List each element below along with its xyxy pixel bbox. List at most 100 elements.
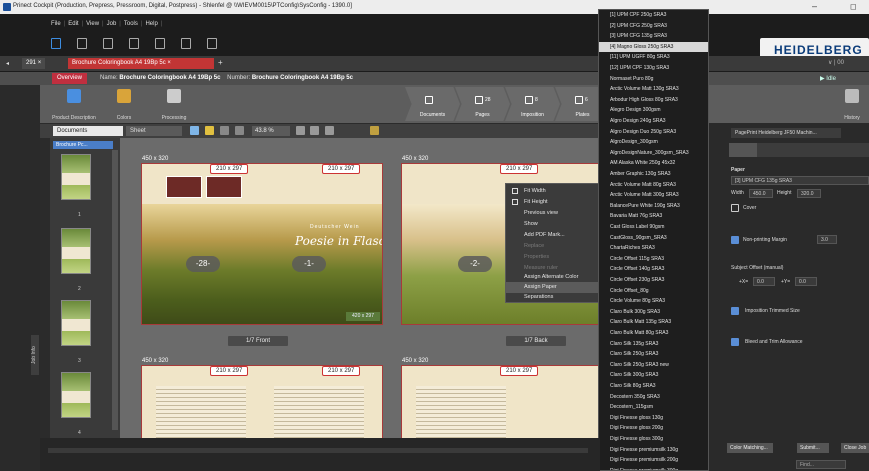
tab-settings[interactable] (841, 143, 869, 157)
menu-item-show[interactable]: Show▸ (506, 219, 606, 230)
menu-edit[interactable]: Edit (68, 21, 78, 27)
paper-option[interactable]: AlgroDesignNature_300gsm_SRA3 (599, 148, 708, 159)
minimize-button[interactable]: – (812, 1, 817, 11)
step-processing[interactable]: Processing (144, 89, 204, 121)
paper-option[interactable]: [11] UPM UGFF 80g SRA3 (599, 52, 708, 63)
maximize-button[interactable]: ◻ (850, 2, 857, 11)
find-input[interactable]: Find... (796, 460, 846, 469)
paper-option[interactable]: Circle Offset 230g SRA3 (599, 275, 708, 286)
paper-option[interactable]: Decostern 350g SRA3 (599, 392, 708, 403)
pipeline-documents[interactable]: Documents (405, 87, 460, 121)
paper-option[interactable]: Digi Finesse premiumsilk 130g (599, 445, 708, 456)
paper-select[interactable]: [3] UPM CFG 135g SRA3 (731, 176, 869, 185)
print-icon[interactable] (129, 38, 139, 49)
paper-option[interactable]: Digi Finesse gloss 300g (599, 434, 708, 445)
paper-option[interactable]: Algro Design Duo 250g SRA3 (599, 127, 708, 138)
paper-option[interactable]: Arctic Volume Matt 300g SRA3 (599, 190, 708, 201)
paper-option[interactable]: Claro Silk 250g SRA3 (599, 349, 708, 360)
offset-x-field[interactable]: 0.0 (753, 277, 775, 286)
bleed-icon[interactable] (731, 338, 739, 346)
menu-item-fit-width[interactable]: Fit Width (506, 186, 606, 197)
close-job-button[interactable]: Close Job (841, 443, 869, 453)
marker-icon[interactable] (205, 126, 214, 135)
paper-option[interactable]: CastGloss_90gsm_SRA3 (599, 233, 708, 244)
paper-option[interactable]: BalancePure White 190g SRA3 (599, 201, 708, 212)
color-matching-button[interactable]: Color Matching... (727, 443, 773, 453)
paper-option[interactable]: Circle Offset_80g (599, 286, 708, 297)
paper-option[interactable]: Normaset Puro 80g (599, 74, 708, 85)
menu-item-separations[interactable]: Separations▸ (506, 292, 606, 303)
menu-item-replace[interactable]: Replace (506, 241, 606, 252)
devices-icon[interactable] (103, 38, 113, 49)
non-printing-field[interactable]: 3.0 (817, 235, 837, 244)
zoom-out-icon[interactable] (235, 126, 244, 135)
tab-layout[interactable] (757, 143, 785, 157)
paper-option[interactable]: Circle Offset 140g SRA3 (599, 264, 708, 275)
paper-option[interactable]: Claro Silk 250g SRA3 new (599, 360, 708, 371)
paper-option[interactable]: Circle Volume 80g SRA3 (599, 296, 708, 307)
paper-option[interactable]: Arctic Volume Matt 130g SRA3 (599, 84, 708, 95)
documents-select[interactable]: Documents (53, 126, 123, 136)
paper-option[interactable]: AM Alaska White 250g 45x32 (599, 158, 708, 169)
paper-option[interactable]: Arctic Volume Matt 80g SRA3 (599, 180, 708, 191)
menu-item-fit-height[interactable]: Fit Height (506, 197, 606, 208)
job-tab[interactable]: 291 × (22, 58, 46, 69)
paper-option[interactable]: Alegro Design 300gsm (599, 105, 708, 116)
paper-option[interactable]: Claro Silk 80g SRA3 (599, 381, 708, 392)
workflow-icon[interactable] (77, 38, 87, 49)
tab-overview[interactable]: Overview (52, 73, 88, 84)
menu-item-previous-view[interactable]: Previous view (506, 208, 606, 219)
export-icon[interactable] (155, 38, 165, 49)
tab-marks[interactable] (785, 143, 813, 157)
refresh-icon[interactable] (190, 126, 199, 135)
sheet-front-2[interactable]: 210 x 297 210 x 297 (142, 366, 382, 438)
paper-option[interactable]: Claro Bulk Matt 80g SRA3 (599, 328, 708, 339)
pipeline-imposition[interactable]: 8 Imposition (505, 87, 560, 121)
tab-row-controls[interactable]: ∨ | 00 (828, 59, 844, 66)
page-thumbnail[interactable] (61, 300, 91, 346)
paper-option[interactable]: [2] UPM CFG 250g SRA3 (599, 21, 708, 32)
pipeline-pages[interactable]: 28 Pages (455, 87, 510, 121)
menu-view[interactable]: View (86, 21, 99, 27)
menu-help[interactable]: Help (145, 21, 157, 27)
report-icon[interactable] (181, 38, 191, 49)
paper-option[interactable]: [12] UPM CPF 130g SRA3 (599, 63, 708, 74)
offset-y-field[interactable]: 0.0 (795, 277, 817, 286)
paper-option[interactable]: Claro Silk 300g SRA3 (599, 370, 708, 381)
add-mark-icon[interactable] (370, 126, 379, 135)
page-thumbnail[interactable] (61, 228, 91, 274)
paper-option[interactable]: [4] Magno Gloss 250g SRA3 (599, 41, 708, 53)
rotate-icon[interactable] (325, 126, 334, 135)
paper-option[interactable]: Bavaria Matt 76g SRA3 (599, 211, 708, 222)
paper-option[interactable]: Arbodur High Gloss 80g SRA3 (599, 95, 708, 106)
submit-button[interactable]: Submit... (797, 443, 829, 453)
paper-option[interactable]: Amber Graphic 130g SRA3 (599, 169, 708, 180)
sheet-back-2[interactable]: 210 x 297 (402, 366, 600, 438)
collapse-icon[interactable]: ◂ (6, 60, 9, 67)
width-field[interactable]: 450.0 (749, 189, 773, 198)
sheet-select[interactable]: Sheet (126, 126, 182, 136)
jobs-icon[interactable] (51, 38, 61, 49)
bleed-trim-label[interactable]: Bleed and Trim Allowance (745, 339, 803, 345)
close-icon[interactable]: × (167, 60, 171, 66)
paper-option[interactable]: [1] UPM CPF 250g SRA3 (599, 10, 708, 21)
close-icon[interactable]: × (38, 60, 42, 66)
paper-option[interactable]: [3] UPM CFG 135g SRA3 (599, 31, 708, 42)
non-printing-icon[interactable] (731, 236, 739, 244)
imposition-icon[interactable] (731, 307, 739, 315)
thumbnail-scrollbar[interactable] (112, 150, 118, 430)
step-history[interactable]: History (835, 89, 869, 121)
add-tab-button[interactable]: + (218, 58, 223, 67)
horizontal-scrollbar[interactable] (48, 448, 588, 453)
tab-sheet[interactable] (729, 143, 757, 157)
paper-option[interactable]: Cast Gloss Label 90gsm (599, 222, 708, 233)
menu-job[interactable]: Job (107, 21, 117, 27)
menu-tools[interactable]: Tools (124, 21, 138, 27)
sheet-front[interactable]: 210 x 297 210 x 297 -28- -1- Deutscher W… (142, 164, 382, 324)
paper-option[interactable]: Digi Finesse gloss 200g (599, 423, 708, 434)
fit-width-icon[interactable] (296, 126, 305, 135)
tab-colors[interactable] (813, 143, 841, 157)
page-thumbnail[interactable] (61, 372, 91, 418)
paper-option[interactable]: Algro Design 240g SRA3 (599, 116, 708, 127)
thumbnail-header[interactable]: Brochure Pc... (53, 141, 113, 149)
